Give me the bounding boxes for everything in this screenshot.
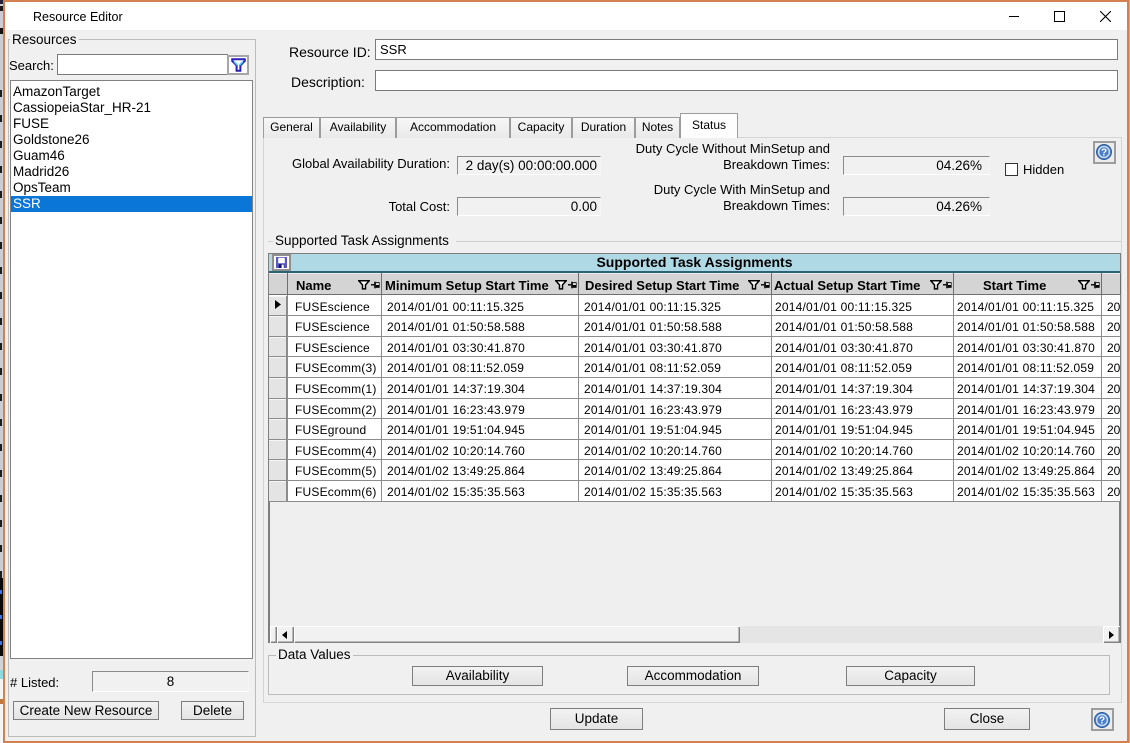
svg-text:?: ? [1099, 716, 1105, 727]
svg-text:?: ? [1101, 148, 1107, 159]
